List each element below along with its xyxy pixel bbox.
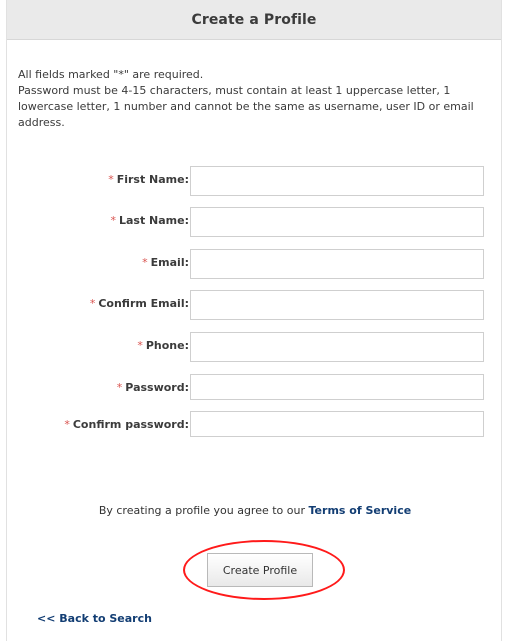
password-label-text: Password: — [125, 381, 189, 394]
required-star: * — [89, 297, 96, 310]
first-name-label-text: First Name: — [116, 173, 189, 186]
last-name-label-text: Last Name: — [118, 214, 189, 227]
required-star: * — [108, 173, 114, 186]
first-name-label: * First Name: — [108, 173, 189, 186]
required-star: * — [110, 214, 116, 227]
password-label: * Password: — [117, 381, 189, 394]
password-requirements: Password must be 4-15 characters, must c… — [18, 84, 474, 129]
phone-label: * Phone: — [137, 339, 189, 352]
phone-input[interactable] — [190, 332, 484, 362]
password-row: * Password: — [7, 374, 503, 404]
last-name-input[interactable] — [190, 207, 484, 237]
required-star: * — [64, 418, 70, 431]
last-name-row: * Last Name: — [7, 207, 503, 237]
panel-header: Create a Profile — [7, 0, 501, 40]
phone-label-text: Phone: — [145, 339, 189, 352]
first-name-input[interactable] — [190, 166, 484, 196]
confirm-email-label-text: Confirm Email: — [98, 297, 189, 310]
confirm-password-row: * Confirm password: — [7, 411, 503, 441]
confirm-password-input[interactable] — [190, 411, 484, 437]
confirm-email-label: * Confirm Email: — [90, 297, 189, 310]
create-profile-panel: Create a Profile All fields marked "*" a… — [6, 0, 502, 641]
instructions: All fields marked "*" are required. Pass… — [18, 67, 488, 131]
create-profile-button[interactable]: Create Profile — [207, 553, 313, 587]
last-name-label: * Last Name: — [110, 214, 189, 227]
required-star: * — [116, 381, 123, 394]
required-fields-note: All fields marked "*" are required. — [18, 68, 204, 81]
back-to-search-link[interactable]: << Back to Search — [37, 612, 152, 625]
confirm-password-label-text: Confirm password: — [72, 418, 189, 431]
email-row: * Email: — [7, 249, 503, 279]
required-star: * — [137, 339, 143, 352]
password-input[interactable] — [190, 374, 484, 400]
email-input[interactable] — [190, 249, 484, 279]
page-title: Create a Profile — [191, 11, 317, 28]
confirm-email-row: * Confirm Email: — [7, 290, 503, 320]
email-label: * Email: — [142, 256, 189, 269]
email-label-text: Email: — [150, 256, 189, 269]
confirm-password-label: * Confirm password: — [64, 418, 189, 431]
confirm-email-input[interactable] — [190, 290, 484, 320]
first-name-row: * First Name: — [7, 166, 503, 196]
agreement-text: By creating a profile you agree to our — [98, 504, 306, 517]
terms-agreement: By creating a profile you agree to our T… — [7, 504, 503, 517]
phone-row: * Phone: — [7, 332, 503, 362]
required-star: * — [142, 256, 148, 269]
terms-of-service-link[interactable]: Terms of Service — [309, 504, 412, 517]
